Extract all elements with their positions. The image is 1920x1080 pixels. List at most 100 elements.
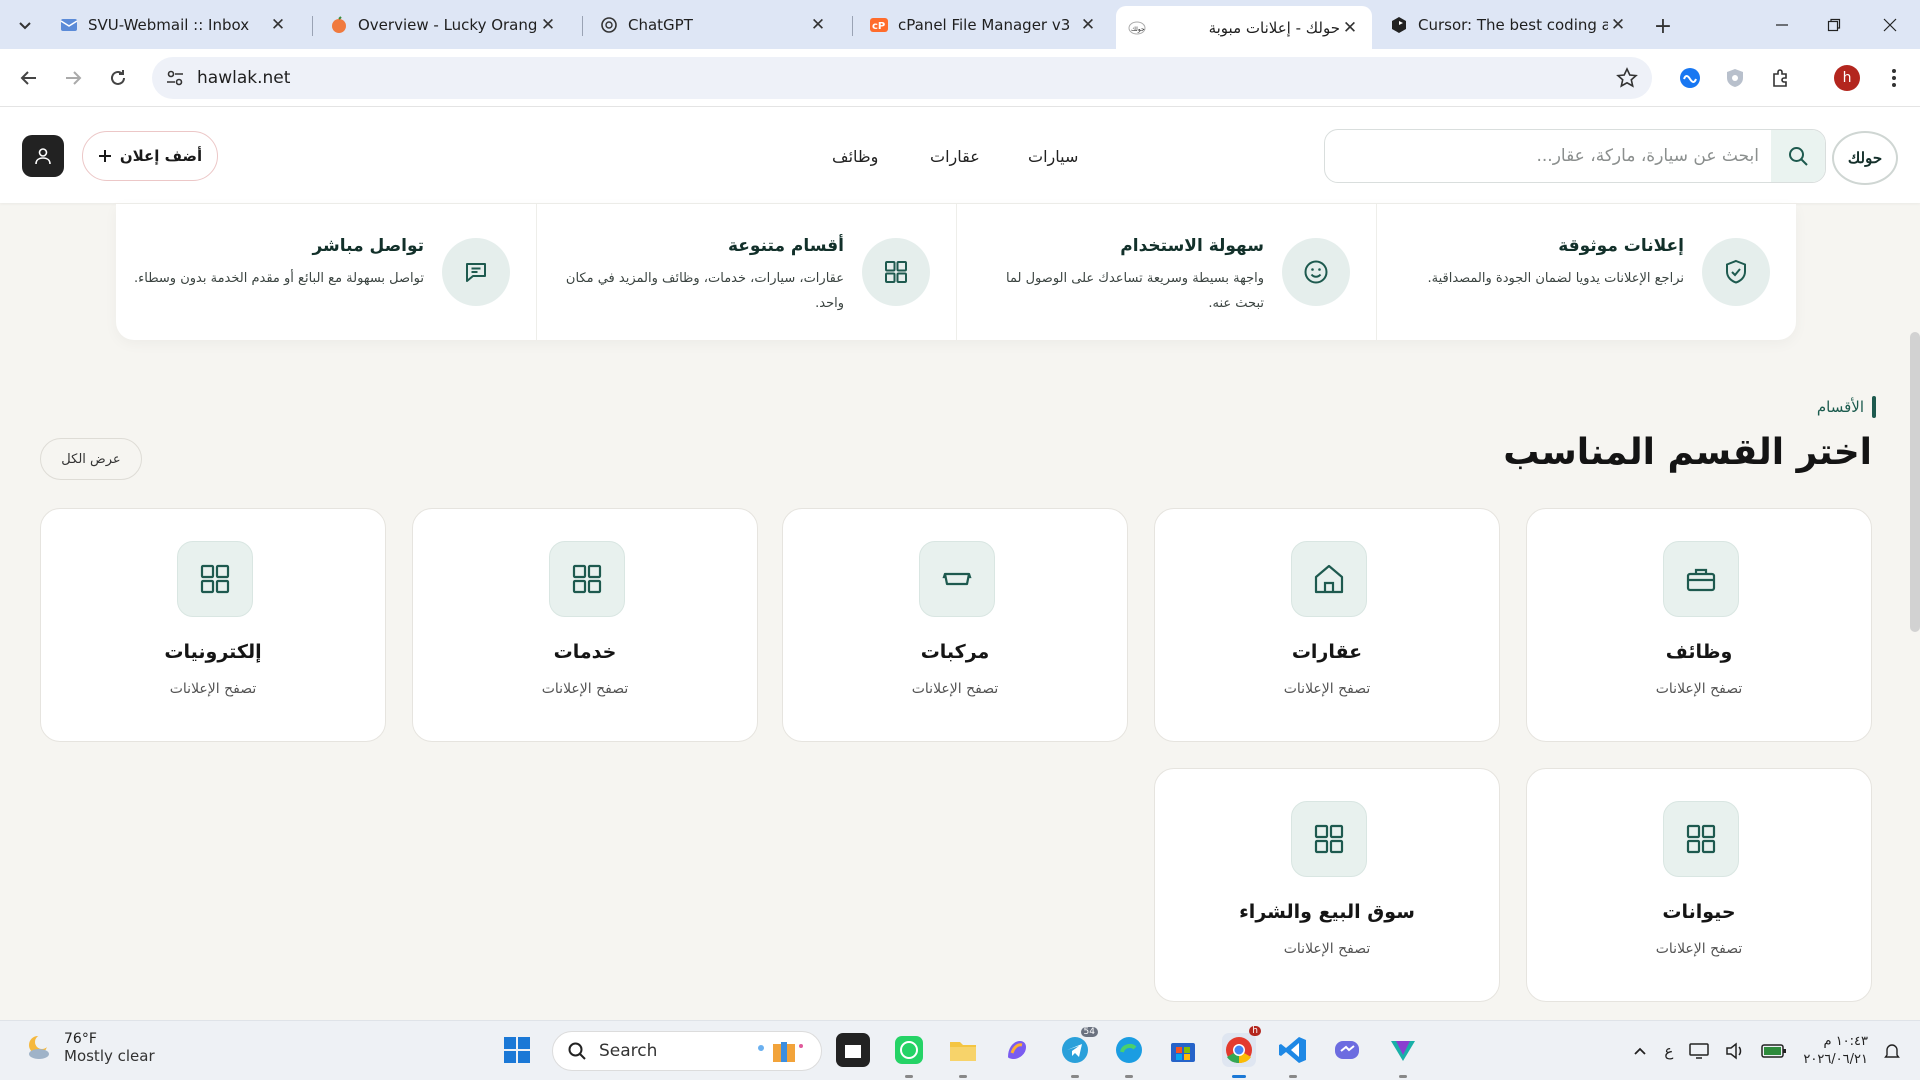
- site-header: حولك سيارات عقارات وظائف أضف إعلان: [0, 107, 1920, 203]
- address-bar[interactable]: hawlak.net: [152, 57, 1652, 99]
- vehicle-icon: [919, 541, 995, 617]
- browser-tab[interactable]: Overview - Lucky Orange ✕: [318, 6, 570, 44]
- volume-icon[interactable]: [1725, 1042, 1745, 1060]
- category-title: سوق البيع والشراء: [1239, 901, 1415, 923]
- battery-icon[interactable]: [1761, 1043, 1787, 1059]
- category-card-animals[interactable]: حيوانات تصفح الإعلانات: [1526, 768, 1872, 1002]
- view-all-button[interactable]: عرض الكل: [40, 438, 142, 480]
- display-icon[interactable]: [1689, 1042, 1710, 1060]
- running-indicator: [1399, 1075, 1407, 1078]
- notifications-icon[interactable]: [1884, 1042, 1900, 1060]
- whatsapp-icon[interactable]: [892, 1033, 926, 1067]
- taskbar-search[interactable]: Search: [552, 1031, 822, 1071]
- add-listing-button[interactable]: أضف إعلان: [82, 131, 218, 181]
- user-account-button[interactable]: [22, 135, 64, 177]
- grid-icon: [862, 238, 930, 306]
- close-icon[interactable]: ✕: [808, 15, 828, 35]
- extensions-puzzle-icon[interactable]: [1769, 66, 1793, 90]
- windows-taskbar: 76°F Mostly clear Search 54 h ع ١٠:٤٣ م …: [0, 1020, 1920, 1080]
- browser-tab-active[interactable]: حولك حولك - إعلانات مبوبة ✕: [1116, 6, 1372, 49]
- new-tab-button[interactable]: +: [1650, 13, 1676, 39]
- section-eyebrow-text: الأقسام: [1816, 398, 1864, 416]
- copilot-icon[interactable]: [1000, 1033, 1034, 1067]
- edge-icon[interactable]: [1112, 1033, 1146, 1067]
- hawlak-favicon: حولك: [1128, 21, 1146, 34]
- category-title: مركبات: [920, 641, 990, 663]
- browser-tab[interactable]: cP cPanel File Manager v3 ✕: [858, 6, 1110, 44]
- feature-item: سهولة الاستخدام واجهة بسيطة وسريعة تساعد…: [956, 204, 1376, 340]
- weather-widget[interactable]: 76°F Mostly clear: [24, 1031, 155, 1065]
- extension-meta-icon[interactable]: [1678, 66, 1702, 90]
- add-listing-label: أضف إعلان: [119, 147, 203, 165]
- arrow-right-icon: [66, 71, 82, 85]
- close-icon[interactable]: ✕: [268, 15, 288, 35]
- nav-link-jobs[interactable]: وظائف: [832, 147, 878, 166]
- forward-button[interactable]: [56, 61, 90, 95]
- browser-menu-icon[interactable]: [1882, 66, 1906, 90]
- nav-link-realestate[interactable]: عقارات: [930, 147, 980, 166]
- file-explorer-icon[interactable]: [946, 1033, 980, 1067]
- category-card-jobs[interactable]: وظائف تصفح الإعلانات: [1526, 508, 1872, 742]
- chevron-down-icon: [19, 22, 31, 30]
- browser-tab[interactable]: SVU-Webmail :: Inbox ✕: [48, 6, 300, 44]
- moon-cloud-icon: [29, 1035, 49, 1059]
- vpn-app-icon[interactable]: [1386, 1033, 1420, 1067]
- briefcase-icon: [1663, 541, 1739, 617]
- site-logo[interactable]: حولك: [1832, 131, 1898, 185]
- close-icon[interactable]: ✕: [1078, 15, 1098, 35]
- tab-title: cPanel File Manager v3: [898, 16, 1071, 34]
- nav-link-cars[interactable]: سيارات: [1028, 147, 1078, 166]
- feature-title: تواصل مباشر: [312, 236, 424, 256]
- reload-button[interactable]: [101, 61, 135, 95]
- category-card-marketplace[interactable]: سوق البيع والشراء تصفح الإعلانات: [1154, 768, 1500, 1002]
- restore-button[interactable]: [1814, 10, 1854, 40]
- task-view-icon[interactable]: [836, 1033, 870, 1067]
- telegram-icon[interactable]: 54: [1058, 1027, 1098, 1067]
- section-title: اختر القسم المناسب: [1503, 432, 1872, 473]
- category-subtitle: تصفح الإعلانات: [1283, 941, 1371, 957]
- section-eyebrow: الأقسام: [1817, 396, 1876, 418]
- browser-tab[interactable]: Cursor: The best coding ag ✕: [1378, 6, 1640, 44]
- tab-search-button[interactable]: [12, 12, 38, 38]
- browser-tab[interactable]: ChatGPT ✕: [588, 6, 840, 44]
- feature-title: أقسام متنوعة: [727, 236, 844, 256]
- category-card-electronics[interactable]: إلكترونيات تصفح الإعلانات: [40, 508, 386, 742]
- category-card-services[interactable]: خدمات تصفح الإعلانات: [412, 508, 758, 742]
- chrome-icon[interactable]: h: [1222, 1026, 1261, 1067]
- shield-check-icon: [1702, 238, 1770, 306]
- plus-icon: [98, 150, 111, 162]
- running-indicator: [1125, 1075, 1133, 1078]
- vscode-icon[interactable]: [1276, 1033, 1310, 1067]
- site-search-box: [1324, 129, 1826, 183]
- running-indicator: [959, 1075, 967, 1078]
- url-text[interactable]: hawlak.net: [197, 68, 290, 88]
- lucky-orange-favicon: [332, 16, 346, 33]
- search-input[interactable]: [1339, 130, 1759, 182]
- start-button[interactable]: [500, 1033, 534, 1067]
- system-clock[interactable]: ١٠:٤٣ م ٢٠٢٦/٠٦/٢١: [1803, 1033, 1868, 1069]
- category-subtitle: تصفح الإعلانات: [1283, 681, 1371, 697]
- profile-avatar[interactable]: h: [1834, 65, 1860, 91]
- site-settings-icon[interactable]: [166, 69, 184, 87]
- close-window-button[interactable]: [1870, 10, 1910, 40]
- close-icon[interactable]: ✕: [1608, 15, 1628, 35]
- chevron-up-icon[interactable]: [1632, 1043, 1648, 1059]
- minimize-button[interactable]: [1762, 10, 1802, 40]
- category-title: إلكترونيات: [164, 641, 262, 663]
- close-icon[interactable]: ✕: [1340, 18, 1360, 38]
- microsoft-store-icon[interactable]: [1166, 1033, 1200, 1067]
- category-card-vehicles[interactable]: مركبات تصفح الإعلانات: [782, 508, 1128, 742]
- telegram-badge: 54: [1080, 1027, 1098, 1037]
- cursor-favicon: [1392, 17, 1406, 33]
- feature-description: نراجع الإعلانات يدويا لضمان الجودة والمص…: [1427, 271, 1684, 286]
- feature-description: واجهة بسيطة وسريعة تساعدك على الوصول لما…: [1006, 271, 1264, 311]
- close-icon[interactable]: ✕: [538, 15, 558, 35]
- extension-shield-icon[interactable]: [1723, 66, 1747, 90]
- page-scrollbar[interactable]: [1910, 332, 1920, 632]
- back-button[interactable]: [12, 61, 46, 95]
- input-language[interactable]: ع: [1664, 1042, 1673, 1060]
- category-card-realestate[interactable]: عقارات تصفح الإعلانات: [1154, 508, 1500, 742]
- messenger-app-icon[interactable]: [1330, 1033, 1364, 1067]
- bookmark-star-icon[interactable]: [1616, 67, 1638, 89]
- search-button[interactable]: [1771, 130, 1825, 182]
